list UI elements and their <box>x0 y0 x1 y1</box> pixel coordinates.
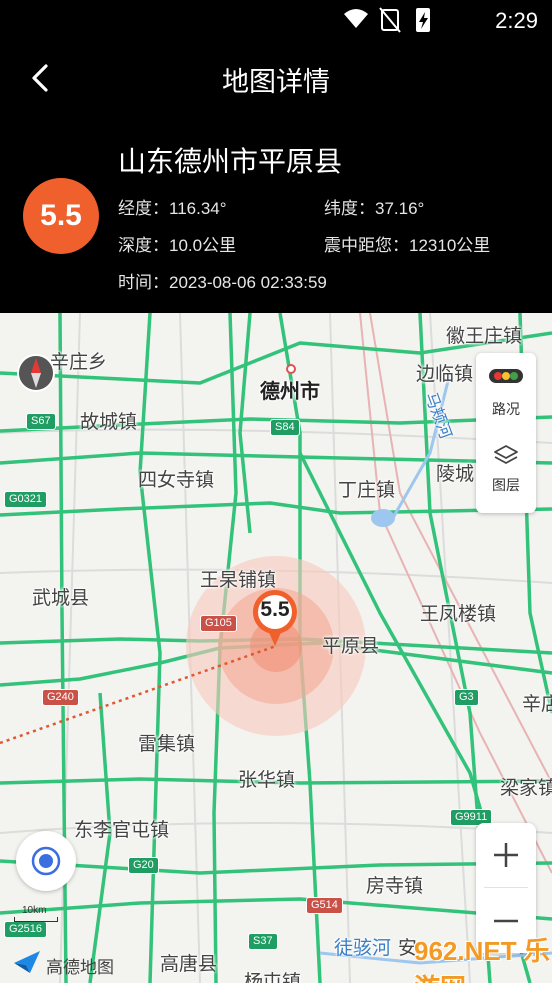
traffic-button[interactable]: 路况 <box>476 353 536 429</box>
quake-info-panel: 5.5 山东德州市平原县 经度：116.34° 纬度：37.16° 深度：10.… <box>0 116 552 313</box>
latitude-text: 纬度：37.16° <box>324 199 425 218</box>
locate-button[interactable] <box>16 831 76 891</box>
compass-icon[interactable] <box>16 353 56 393</box>
road-shield: S84 <box>270 419 300 436</box>
wifi-icon <box>344 9 368 28</box>
map-label: 武城县 <box>32 588 90 609</box>
location-target-icon <box>31 846 61 876</box>
road-shield: G105 <box>200 615 237 632</box>
map-label-city: 德州市 <box>260 381 320 403</box>
map-view[interactable]: 辛庄乡 徽王庄镇 边临镇 德州市 故城镇 四女寺镇 丁庄镇 陵城 武城县 王杲铺… <box>0 313 552 983</box>
map-label: 张华镇 <box>238 770 296 791</box>
map-label: 房寺镇 <box>366 876 424 897</box>
magnitude-badge: 5.5 <box>23 178 99 254</box>
amap-logo-text: 高德地图 <box>46 958 114 977</box>
map-label: 四女寺镇 <box>138 470 215 491</box>
road-shield: S67 <box>26 413 56 430</box>
longitude-text: 经度：116.34° <box>118 199 227 218</box>
marker-magnitude: 5.5 <box>260 598 290 621</box>
map-label: 陵城 <box>436 464 475 485</box>
map-label: 辛庄乡 <box>50 352 108 373</box>
map-label: 雷集镇 <box>138 734 196 755</box>
road-shield: G240 <box>42 689 79 706</box>
layers-label: 图层 <box>492 477 520 493</box>
page-title: 地图详情 <box>222 67 330 97</box>
map-label: 丁庄镇 <box>338 480 396 501</box>
depth-text: 深度：10.0公里 <box>118 236 237 255</box>
amap-logo <box>14 951 40 973</box>
map-label: 平原县 <box>322 636 380 657</box>
status-time: 2:29 <box>495 8 538 33</box>
scale-bar <box>14 917 58 922</box>
quake-place: 山东德州市平原县 <box>118 146 343 177</box>
map-label-river: 徒骇河 <box>334 938 392 959</box>
distance-text: 震中距您：12310公里 <box>324 236 491 255</box>
map-label: 辛店 <box>522 694 552 715</box>
road-shield: G514 <box>306 897 343 914</box>
time-text: 时间：2023-08-06 02:33:59 <box>118 273 327 292</box>
map-label: 边临镇 <box>416 364 474 385</box>
map-label: 杨屯镇 <box>244 972 302 983</box>
traffic-label: 路况 <box>492 401 520 417</box>
scale-label: 10km <box>22 905 47 916</box>
road-shield: G2516 <box>4 921 48 938</box>
status-icons <box>344 7 430 33</box>
map-label: 王凤楼镇 <box>420 604 497 625</box>
traffic-light-icon <box>489 369 523 383</box>
road-shield: G0321 <box>4 491 48 508</box>
top-app-bar: 地图详情 <box>0 40 552 116</box>
map-label: 高唐县 <box>160 954 218 975</box>
site-watermark: 962.NET 乐游网 <box>414 929 550 983</box>
map-label: 东李官屯镇 <box>74 820 170 841</box>
status-bar: 2:29 <box>0 0 552 40</box>
layers-button[interactable]: 图层 <box>476 435 536 511</box>
map-label: 故城镇 <box>80 412 138 433</box>
road-shield: S37 <box>248 933 278 950</box>
zoom-in-button[interactable] <box>476 823 536 887</box>
road-shield: G20 <box>128 857 159 874</box>
road-shield: G3 <box>454 689 479 706</box>
watermark-text: 962.NET 乐游网 <box>414 936 550 983</box>
map-label: 梁家镇 <box>500 778 552 799</box>
map-side-panel: 路况 图层 <box>476 353 536 513</box>
layers-icon <box>494 445 518 464</box>
zoom-divider <box>484 887 528 888</box>
map-label: 徽王庄镇 <box>446 326 523 347</box>
